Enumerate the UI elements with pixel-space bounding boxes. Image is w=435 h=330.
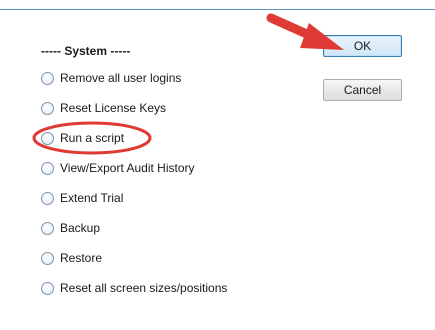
- ok-button[interactable]: OK: [323, 35, 402, 57]
- option-label: View/Export Audit History: [60, 161, 195, 175]
- radio-button[interactable]: [41, 101, 54, 115]
- radio-button[interactable]: [41, 221, 54, 235]
- cancel-button[interactable]: Cancel: [323, 79, 402, 101]
- option-extend-trial[interactable]: Extend Trial: [41, 188, 123, 208]
- radio-button[interactable]: [41, 71, 54, 85]
- radio-button[interactable]: [41, 161, 54, 175]
- option-label: Reset all screen sizes/positions: [60, 281, 228, 295]
- option-label: Remove all user logins: [60, 71, 182, 85]
- option-label: Extend Trial: [60, 191, 124, 205]
- option-label: Restore: [60, 251, 103, 265]
- option-reset-all-screen-sizes-positions[interactable]: Reset all screen sizes/positions: [41, 278, 227, 298]
- radio-button[interactable]: [41, 281, 54, 295]
- radio-button[interactable]: [41, 251, 54, 265]
- radio-button[interactable]: [41, 191, 54, 205]
- system-group-header: ----- System -----: [41, 44, 131, 58]
- option-label: Run a script: [60, 131, 125, 145]
- option-label: Backup: [60, 221, 101, 235]
- option-reset-license-keys[interactable]: Reset License Keys: [41, 98, 166, 118]
- option-view-export-audit-history[interactable]: View/Export Audit History: [41, 158, 195, 178]
- option-backup[interactable]: Backup: [41, 218, 100, 238]
- radio-button[interactable]: [41, 131, 54, 145]
- option-run-a-script[interactable]: Run a script: [41, 128, 124, 148]
- option-restore[interactable]: Restore: [41, 248, 102, 268]
- window-top-border: [0, 9, 435, 10]
- option-label: Reset License Keys: [60, 101, 167, 115]
- option-remove-all-user-logins[interactable]: Remove all user logins: [41, 68, 181, 88]
